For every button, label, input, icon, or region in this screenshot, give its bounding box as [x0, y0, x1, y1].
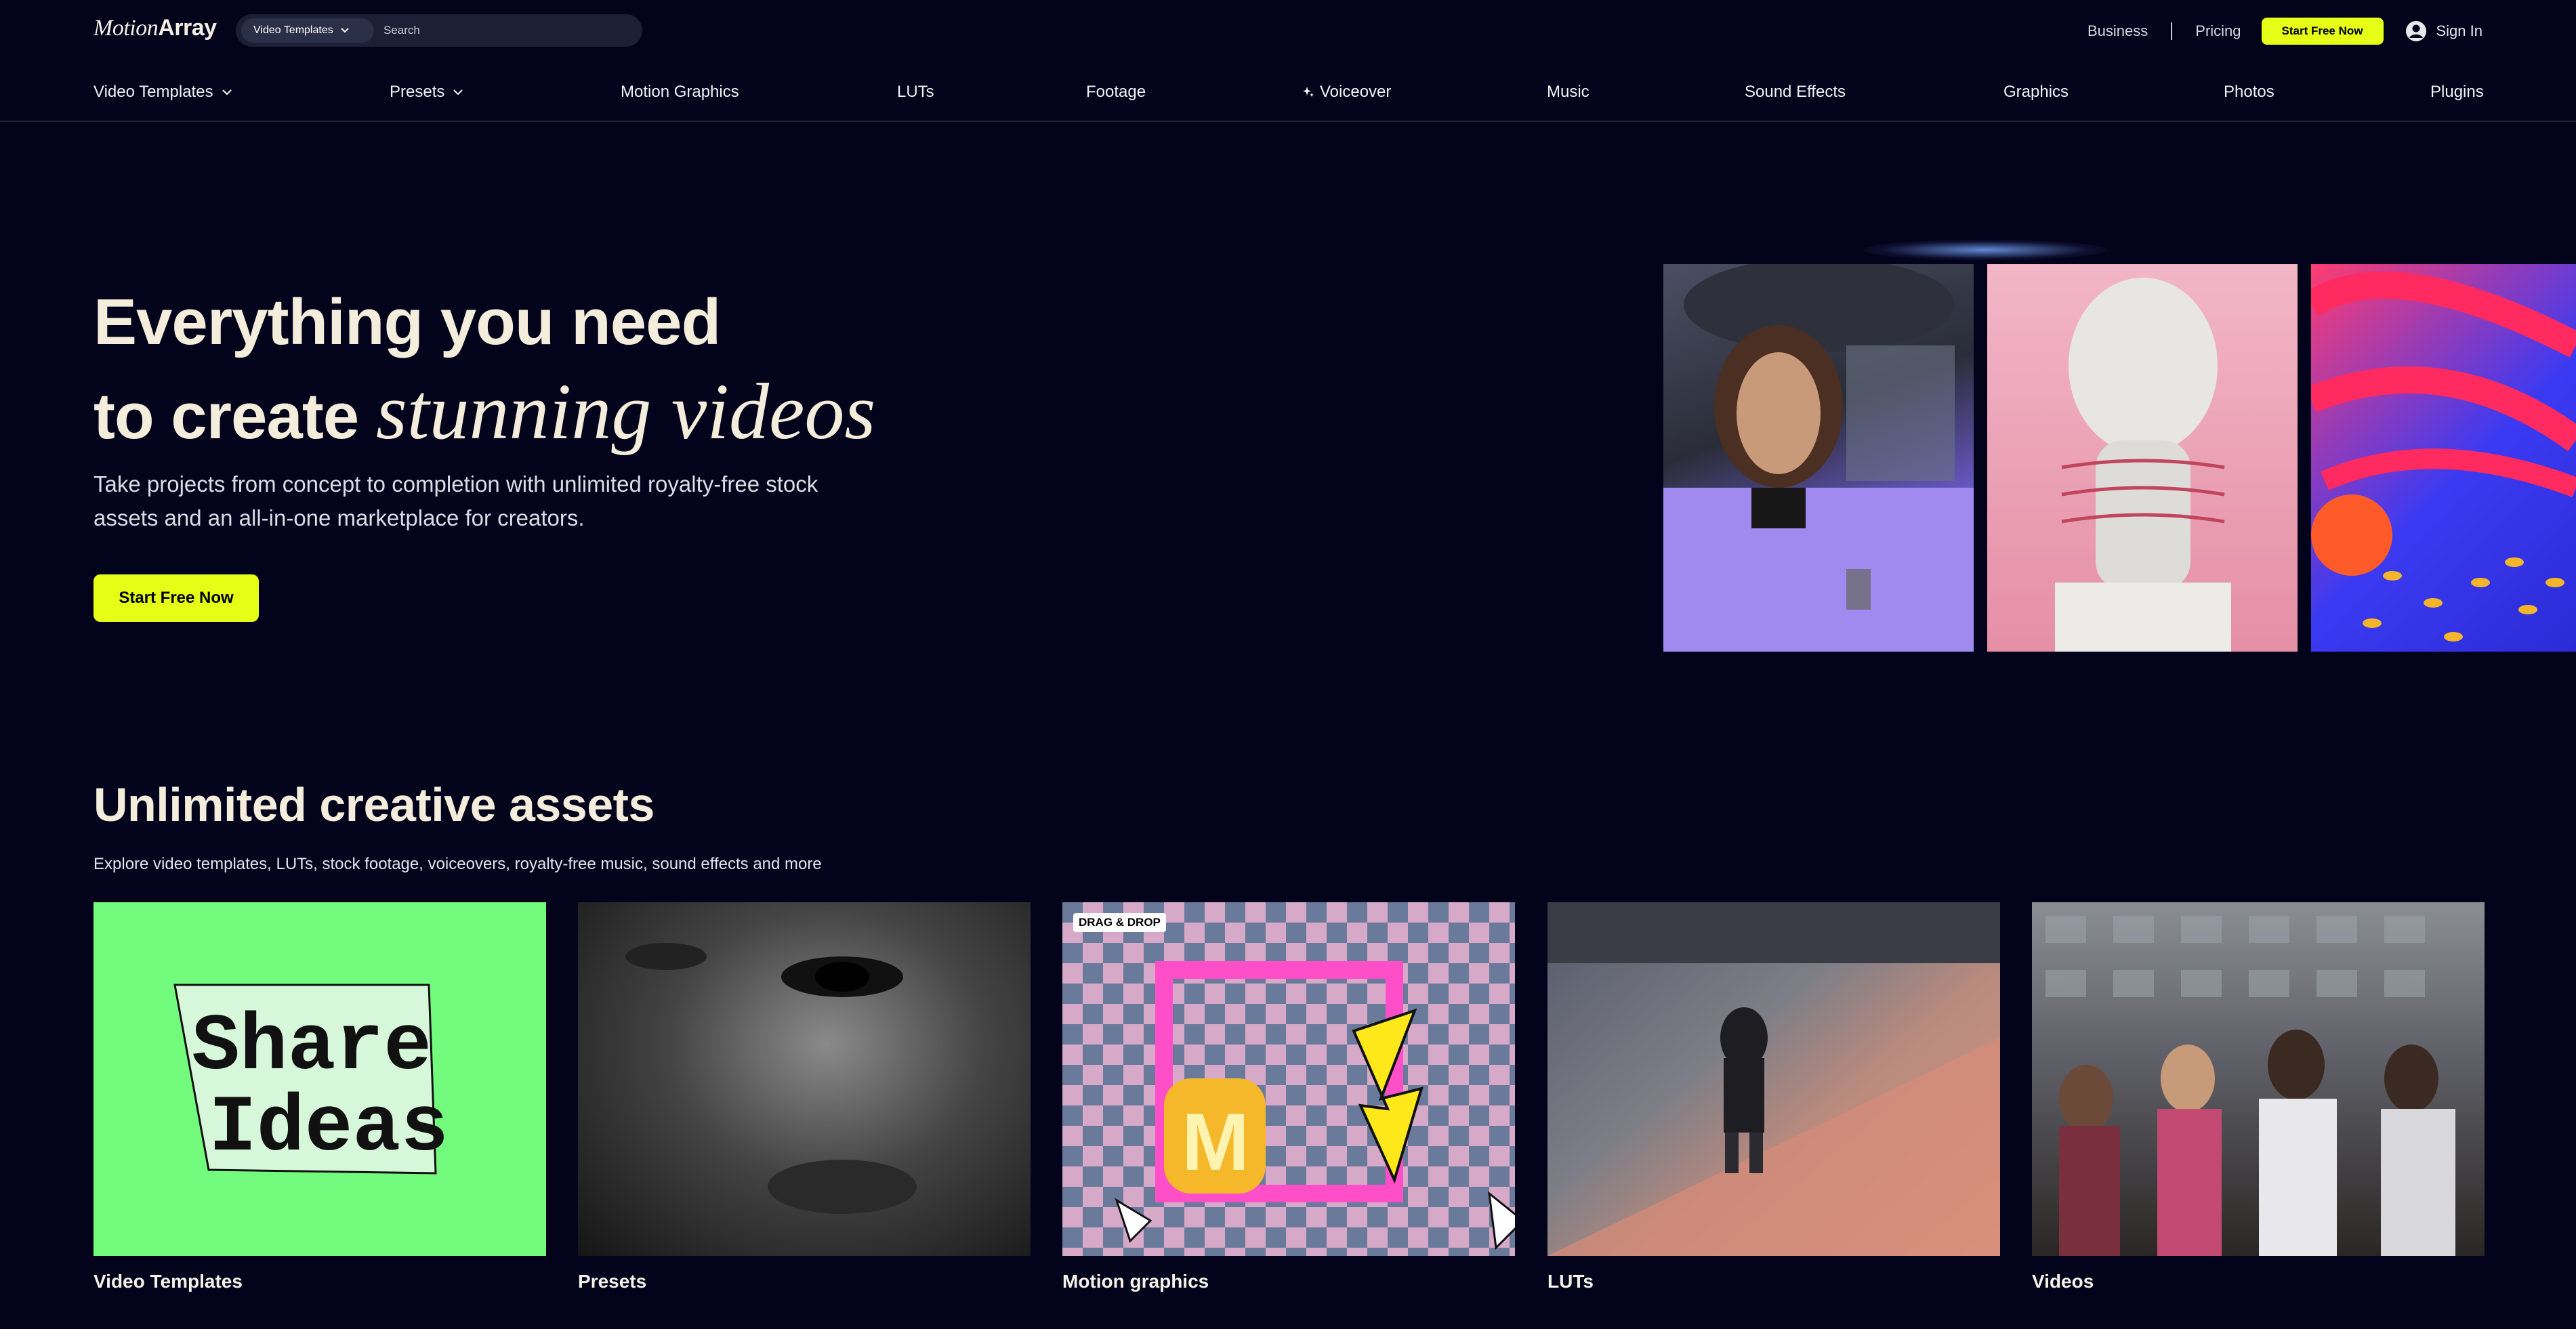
- chevron-down-icon: [222, 89, 232, 96]
- nav-divider: [2171, 22, 2173, 40]
- m-letter: M: [1182, 1097, 1249, 1187]
- nav-item-video-templates[interactable]: Video Templates: [94, 83, 232, 102]
- nav-label: Voiceover: [1320, 83, 1392, 101]
- search-input[interactable]: [383, 18, 627, 43]
- hero-title: Everything you need to create stunning v…: [94, 278, 875, 461]
- card-label: Motion graphics: [1062, 1271, 1209, 1292]
- nav-label: LUTs: [897, 83, 934, 101]
- nav-label: Sound Effects: [1745, 83, 1846, 101]
- logo-array-text: Array: [158, 15, 217, 41]
- logo-motion-text: Motion: [94, 16, 159, 41]
- section-subtitle: Explore video templates, LUTs, stock foo…: [94, 855, 822, 873]
- nav-item-sound-effects[interactable]: Sound Effects: [1745, 83, 1846, 102]
- nav-item-luts[interactable]: LUTs: [897, 83, 934, 102]
- business-link[interactable]: Business: [2087, 22, 2148, 40]
- hero-image-abstract: [2311, 264, 2576, 652]
- group-photo-illustration: [2045, 916, 2455, 1256]
- nav-label: Plugins: [2430, 83, 2484, 101]
- statue-illustration: [2055, 278, 2231, 652]
- card-thumbnail: Share Ideas: [94, 902, 546, 1256]
- share-ideas-illustration: Share Ideas: [173, 984, 449, 1175]
- nav-label: Graphics: [2003, 83, 2069, 101]
- nav-item-motion-graphics[interactable]: Motion Graphics: [621, 83, 739, 102]
- top-bar: MotionArray Video Templates Business Pri…: [0, 0, 2576, 62]
- sign-in-link[interactable]: Sign In: [2405, 20, 2483, 42]
- start-free-now-button[interactable]: Start Free Now: [2261, 18, 2384, 45]
- search-category-dropdown[interactable]: Video Templates: [241, 18, 374, 43]
- nav-item-photos[interactable]: Photos: [2224, 83, 2274, 102]
- asset-card-presets[interactable]: Presets: [578, 902, 1031, 1292]
- search-bar: Video Templates: [236, 14, 642, 47]
- hero-title-line1: Everything you need: [94, 286, 721, 358]
- card-thumbnail: [1547, 902, 2000, 1256]
- nav-label: Motion Graphics: [621, 83, 739, 101]
- hero-subtitle: Take projects from concept to completion…: [94, 471, 818, 530]
- nav-item-footage[interactable]: Footage: [1086, 83, 1146, 102]
- card-label: Videos: [2032, 1271, 2094, 1292]
- nav-label: Video Templates: [94, 83, 213, 101]
- motion-graphics-illustration: M: [1115, 961, 1515, 1250]
- pricing-link[interactable]: Pricing: [2195, 22, 2241, 40]
- nav-item-music[interactable]: Music: [1547, 83, 1590, 102]
- card-thumbnail: M DRAG & DROP: [1062, 902, 1515, 1256]
- asset-card-luts[interactable]: LUTs: [1547, 902, 2000, 1292]
- card-thumbnail: [578, 902, 1031, 1256]
- header-right-nav: Business Pricing Start Free Now Sign In: [2087, 18, 2482, 45]
- nav-label: Photos: [2224, 83, 2274, 101]
- card-label: Presets: [578, 1271, 647, 1292]
- share-text: Share: [192, 1003, 432, 1093]
- abstract-illustration: [2311, 271, 2576, 641]
- person-illustration: [1663, 264, 1974, 652]
- nav-item-voiceover[interactable]: Voiceover: [1302, 83, 1391, 102]
- nav-item-presets[interactable]: Presets: [390, 83, 463, 102]
- chevron-down-icon: [453, 89, 463, 96]
- hero-title-line2: to create: [94, 380, 376, 452]
- section-title: Unlimited creative assets: [94, 778, 655, 831]
- hero-light-streak: [1863, 240, 2107, 260]
- card-label: LUTs: [1547, 1271, 1594, 1292]
- nav-label: Footage: [1086, 83, 1146, 101]
- nav-item-plugins[interactable]: Plugins: [2430, 83, 2484, 102]
- face-illustration: [625, 943, 917, 1214]
- asset-card-motion-graphics[interactable]: M DRAG & DROP Motion graphics: [1062, 902, 1515, 1292]
- ideas-text: Ideas: [209, 1084, 449, 1174]
- nav-label: Presets: [390, 83, 445, 101]
- sign-in-label: Sign In: [2436, 22, 2483, 39]
- card-label: Video Templates: [94, 1271, 243, 1292]
- nav-label: Music: [1547, 83, 1590, 101]
- asset-card-videos[interactable]: Videos: [2032, 902, 2485, 1292]
- motionarray-logo[interactable]: MotionArray: [94, 15, 217, 41]
- hero-image-statue: [1987, 264, 2298, 652]
- drag-drop-badge: DRAG & DROP: [1073, 913, 1166, 932]
- card-thumbnail: [2032, 902, 2485, 1256]
- sparkle-icon: [1303, 87, 1314, 97]
- hero-title-italic: stunning videos: [375, 367, 876, 456]
- hero-start-free-button[interactable]: Start Free Now: [94, 574, 259, 622]
- user-avatar-icon: [2405, 21, 2426, 41]
- skater-illustration: [1547, 902, 2000, 1256]
- category-nav: Video Templates Presets Motion Graphics …: [0, 62, 2576, 122]
- asset-card-video-templates[interactable]: Share Ideas Video Templates: [94, 902, 546, 1292]
- hero-image-person: [1663, 264, 1974, 652]
- nav-item-graphics[interactable]: Graphics: [2003, 83, 2069, 102]
- chevron-down-icon: [341, 28, 349, 33]
- search-category-label: Video Templates: [253, 24, 333, 36]
